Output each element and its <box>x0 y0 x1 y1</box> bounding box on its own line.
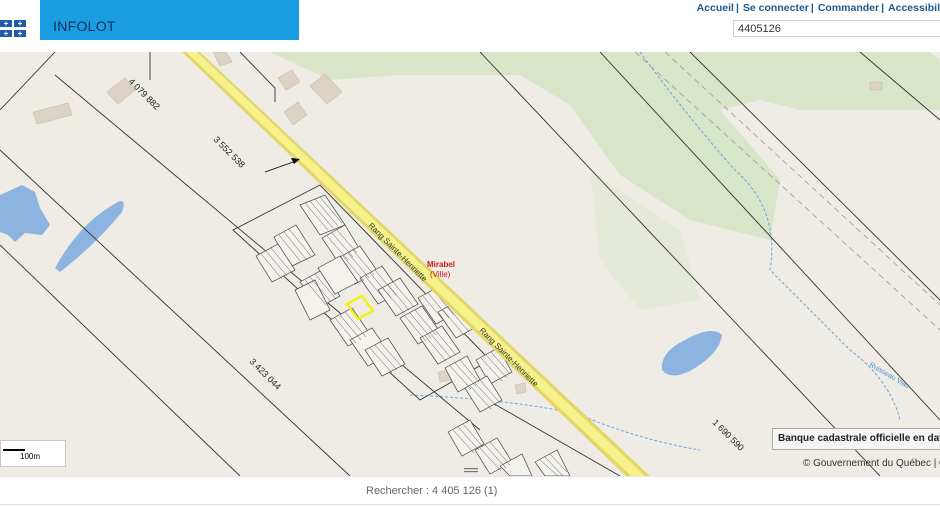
lot-number-label: 4 079 882 <box>127 76 162 111</box>
lot-pointer-arrow <box>264 160 297 173</box>
nav-login-link[interactable]: Se connecter <box>743 2 809 14</box>
pond-shape <box>55 201 124 272</box>
footer-bar: Rechercher : 4 405 126 (1) <box>0 476 940 507</box>
scale-bar-line <box>3 449 25 451</box>
nav-separator: | <box>881 2 885 14</box>
nav-order-link[interactable]: Commander <box>818 2 879 14</box>
lot-number-label: 3 423 044 <box>248 356 283 391</box>
lot-number-label: 1 690 590 <box>711 417 746 452</box>
municipality-label: Mirabel <box>427 260 455 269</box>
footer-divider <box>0 504 940 505</box>
scale-bar-label: 100m <box>20 452 41 461</box>
quebec-flag-icon <box>0 17 28 41</box>
lot-search-input[interactable] <box>733 20 940 37</box>
nav-separator: | <box>810 2 814 14</box>
nav-separator: | <box>735 2 739 14</box>
nav-accessibility-link[interactable]: Accessibil <box>888 2 940 14</box>
lot-boundaries <box>0 52 940 476</box>
scale-bar: 100m <box>0 440 66 467</box>
map-copyright: © Gouvernement du Québec | © <box>803 458 940 469</box>
stream-name-label: Ruisseau Viau <box>868 362 911 391</box>
search-result-status[interactable]: Rechercher : 4 405 126 (1) <box>366 485 497 497</box>
cadastre-date-label: Banque cadastrale officielle en date <box>778 433 940 444</box>
cadastre-date-panel[interactable]: Banque cadastrale officielle en date <box>772 428 940 450</box>
nav-accueil-link[interactable]: Accueil <box>697 2 734 14</box>
app-title: INFOLOT <box>53 18 116 34</box>
municipality-type-label: (Ville) <box>430 270 451 279</box>
top-navigation: Accueil | Se connecter | Commander | Accessibi… <box>697 2 940 14</box>
subdivision-parcels <box>255 194 571 476</box>
map-canvas: 4 079 882 3 552 538 3 423 044 1 690 590 … <box>0 52 940 476</box>
app-title-banner[interactable]: INFOLOT <box>40 0 299 40</box>
lot-number-label: 3 552 538 <box>212 134 247 169</box>
cadastral-map[interactable]: 4 079 882 3 552 538 3 423 044 1 690 590 … <box>0 52 940 476</box>
header-bar: INFOLOT Accueil | Se connecter | Commander | A… <box>0 0 940 52</box>
panel-handle-icon[interactable] <box>464 468 478 473</box>
pond-shape <box>661 331 722 376</box>
lake-shape <box>0 185 50 242</box>
